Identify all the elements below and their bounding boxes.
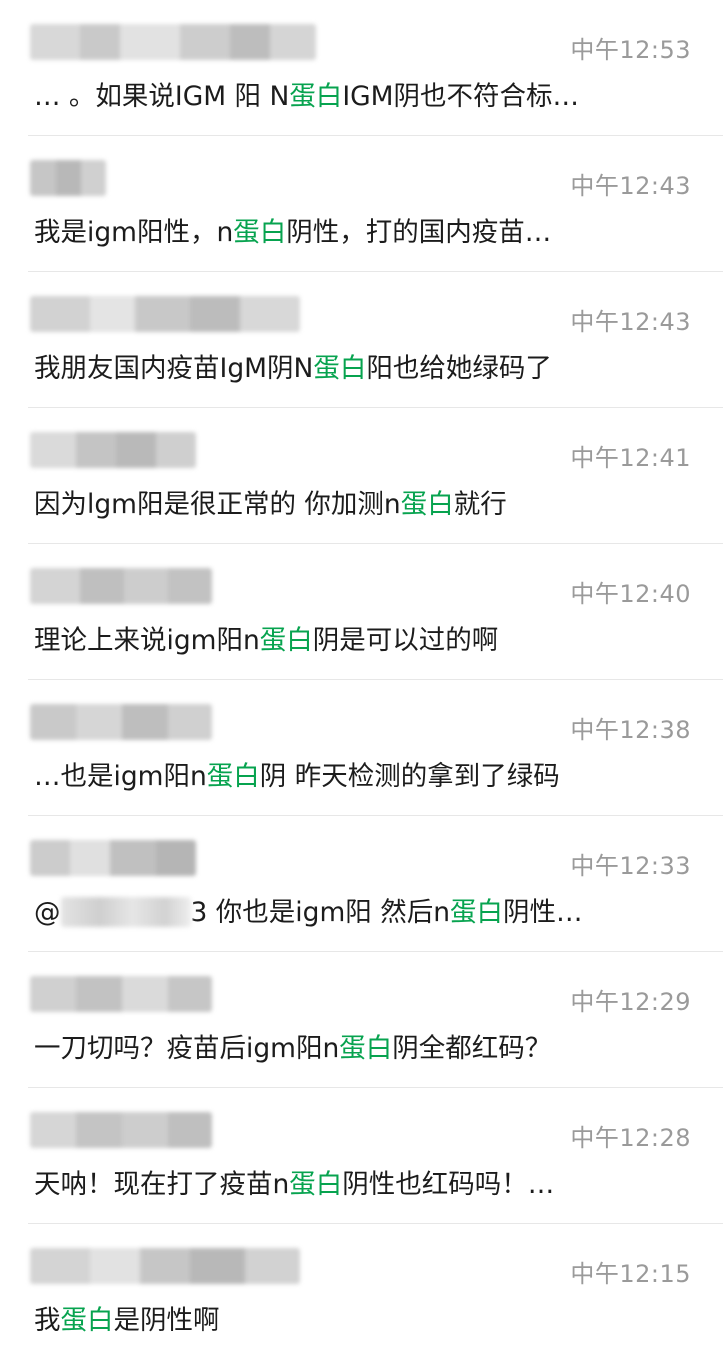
- snippet-text: … 。如果说IGM 阳 N: [34, 81, 290, 112]
- message-time: 中午12:33: [570, 852, 691, 880]
- keyword-highlight: 蛋白: [206, 761, 260, 792]
- message-time: 中午12:40: [570, 580, 691, 608]
- blurred-sender-name: [30, 568, 212, 604]
- blurred-mention: [60, 896, 191, 927]
- snippet-text: 阴 昨天检测的拿到了绿码: [259, 761, 560, 792]
- blurred-sender-name: [30, 1112, 212, 1148]
- list-item[interactable]: 中午12:53 … 。如果说IGM 阳 N蛋白IGM阴也不符合标…: [0, 0, 723, 136]
- snippet-text: 阳也给她绿码了: [366, 353, 552, 384]
- list-item[interactable]: 中午12:43 我是igm阳性，n蛋白阴性，打的国内疫苗…: [0, 136, 723, 272]
- snippet-text: @: [34, 897, 61, 928]
- chat-search-results-list: 中午12:53 … 。如果说IGM 阳 N蛋白IGM阴也不符合标… 中午12:4…: [0, 0, 723, 1350]
- keyword-highlight: 蛋白: [289, 81, 343, 112]
- snippet-text: IGM阴也不符合标…: [342, 81, 580, 112]
- message-snippet: 一刀切吗？疫苗后igm阳n蛋白阴全都红码？: [34, 1031, 551, 1067]
- message-snippet: @3 你也是igm阳 然后n蛋白阴性…: [34, 895, 583, 931]
- blurred-sender-name: [30, 432, 196, 468]
- snippet-text: 理论上来说igm阳n: [34, 625, 260, 656]
- keyword-highlight: 蛋白: [233, 217, 287, 248]
- snippet-text: 我是igm阳性，n: [34, 217, 234, 248]
- list-item[interactable]: 中午12:33 @3 你也是igm阳 然后n蛋白阴性…: [0, 816, 723, 952]
- message-time: 中午12:15: [570, 1260, 691, 1288]
- snippet-text: 一刀切吗？疫苗后igm阳n: [34, 1033, 340, 1064]
- message-time: 中午12:43: [570, 308, 691, 336]
- snippet-text: 因为lgm阳是很正常的 你加测n: [34, 489, 401, 520]
- message-time: 中午12:28: [570, 1124, 691, 1152]
- snippet-text: 阴全都红码？: [392, 1033, 552, 1064]
- snippet-text: 我朋友国内疫苗IgM阴N: [34, 353, 314, 384]
- message-time: 中午12:53: [570, 36, 691, 64]
- keyword-highlight: 蛋白: [60, 1305, 114, 1336]
- blurred-sender-name: [30, 24, 316, 60]
- snippet-text: 是阴性啊: [113, 1305, 220, 1336]
- message-snippet: 我蛋白是阴性啊: [34, 1303, 220, 1339]
- snippet-text: 阴性…: [503, 897, 583, 928]
- message-snippet: …也是igm阳n蛋白阴 昨天检测的拿到了绿码: [34, 759, 560, 795]
- snippet-text: 阴性也红码吗！…: [342, 1169, 555, 1200]
- message-snippet: 我朋友国内疫苗IgM阴N蛋白阳也给她绿码了: [34, 351, 552, 387]
- blurred-sender-name: [30, 704, 212, 740]
- message-snippet: 我是igm阳性，n蛋白阴性，打的国内疫苗…: [34, 215, 551, 251]
- list-item[interactable]: 中午12:41 因为lgm阳是很正常的 你加测n蛋白就行: [0, 408, 723, 544]
- blurred-sender-name: [30, 1248, 300, 1284]
- blurred-sender-name: [30, 160, 106, 196]
- list-item[interactable]: 中午12:43 我朋友国内疫苗IgM阴N蛋白阳也给她绿码了: [0, 272, 723, 408]
- list-item[interactable]: 中午12:15 我蛋白是阴性啊: [0, 1224, 723, 1350]
- list-item[interactable]: 中午12:40 理论上来说igm阳n蛋白阴是可以过的啊: [0, 544, 723, 680]
- list-item[interactable]: 中午12:29 一刀切吗？疫苗后igm阳n蛋白阴全都红码？: [0, 952, 723, 1088]
- snippet-text: 就行: [453, 489, 507, 520]
- list-item[interactable]: 中午12:28 天呐！现在打了疫苗n蛋白阴性也红码吗！…: [0, 1088, 723, 1224]
- message-snippet: 理论上来说igm阳n蛋白阴是可以过的啊: [34, 623, 498, 659]
- snippet-text: 天呐！现在打了疫苗n: [34, 1169, 290, 1200]
- snippet-text: 我: [34, 1305, 61, 1336]
- blurred-sender-name: [30, 840, 196, 876]
- message-time: 中午12:43: [570, 172, 691, 200]
- snippet-text: …也是igm阳n: [34, 761, 207, 792]
- keyword-highlight: 蛋白: [400, 489, 454, 520]
- keyword-highlight: 蛋白: [313, 353, 367, 384]
- snippet-text: 3 你也是igm阳 然后n: [190, 897, 451, 928]
- blurred-sender-name: [30, 296, 300, 332]
- message-snippet: … 。如果说IGM 阳 N蛋白IGM阴也不符合标…: [34, 79, 579, 115]
- blurred-sender-name: [30, 976, 212, 1012]
- message-snippet: 天呐！现在打了疫苗n蛋白阴性也红码吗！…: [34, 1167, 554, 1203]
- keyword-highlight: 蛋白: [259, 625, 313, 656]
- message-time: 中午12:38: [570, 716, 691, 744]
- message-time: 中午12:29: [570, 988, 691, 1016]
- message-time: 中午12:41: [570, 444, 691, 472]
- keyword-highlight: 蛋白: [450, 897, 504, 928]
- list-item[interactable]: 中午12:38 …也是igm阳n蛋白阴 昨天检测的拿到了绿码: [0, 680, 723, 816]
- keyword-highlight: 蛋白: [339, 1033, 393, 1064]
- snippet-text: 阴是可以过的啊: [312, 625, 499, 656]
- keyword-highlight: 蛋白: [289, 1169, 343, 1200]
- snippet-text: 阴性，打的国内疫苗…: [286, 217, 552, 248]
- message-snippet: 因为lgm阳是很正常的 你加测n蛋白就行: [34, 487, 507, 523]
